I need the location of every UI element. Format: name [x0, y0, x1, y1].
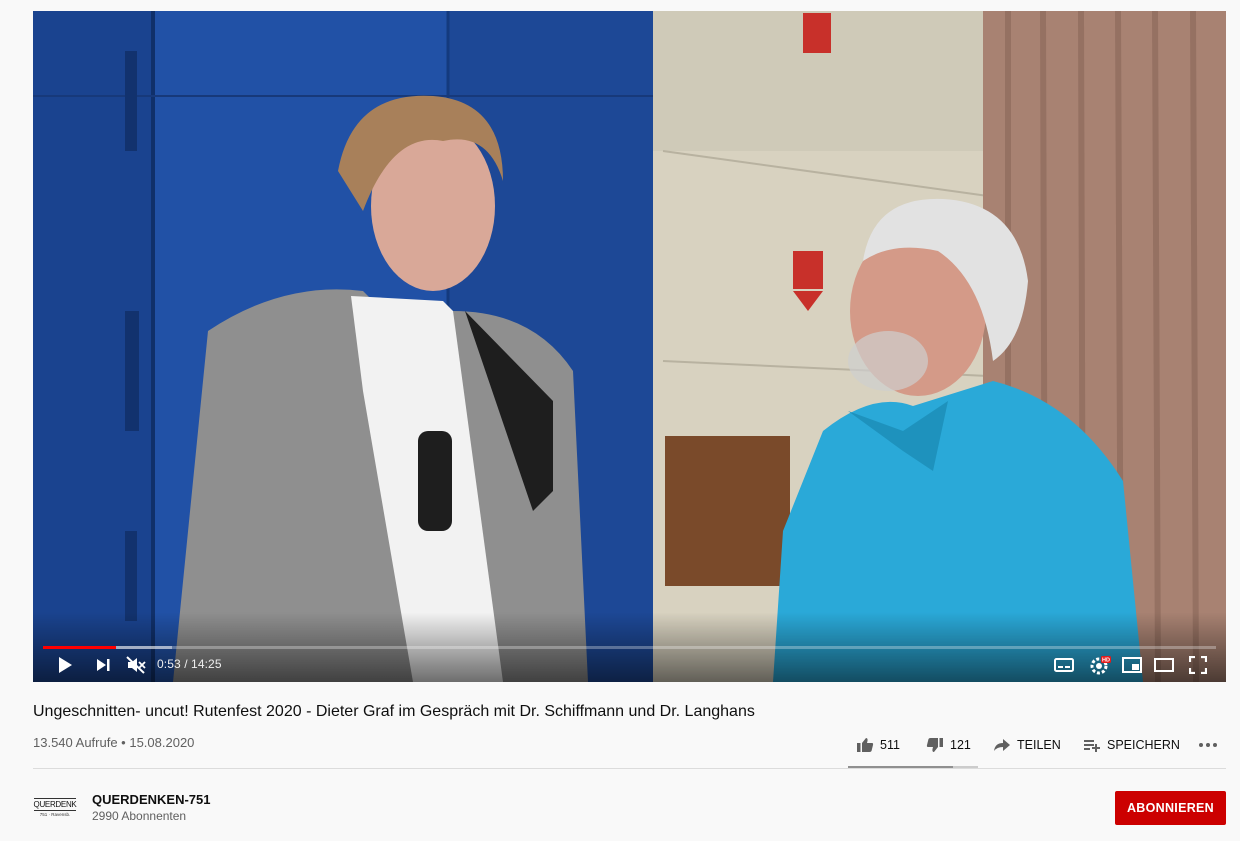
fullscreen-button[interactable]	[1185, 654, 1211, 676]
gear-icon: HD	[1090, 656, 1111, 675]
video-frame	[33, 11, 1226, 682]
like-count: 511	[880, 738, 900, 752]
logo-line-top	[34, 797, 76, 799]
like-button[interactable]: 511	[856, 733, 900, 757]
playlist-add-icon	[1084, 740, 1100, 752]
subscriber-count: 2990 Abonnenten	[92, 809, 187, 823]
theater-icon	[1154, 658, 1174, 672]
share-icon	[994, 739, 1010, 751]
video-meta: 13.540 Aufrufe • 15.08.2020	[33, 735, 195, 750]
share-button[interactable]: TEILEN	[993, 733, 1061, 757]
save-button[interactable]: SPEICHERN	[1083, 733, 1180, 757]
subtitles-button[interactable]	[1051, 654, 1077, 676]
channel-name[interactable]: QUERDENKEN-751	[92, 792, 210, 807]
thumbs-down-icon	[926, 738, 943, 752]
miniplayer-icon	[1122, 657, 1142, 673]
video-player[interactable]: 0:53 / 14:25 HD	[33, 11, 1226, 682]
dislike-button[interactable]: 121	[926, 733, 971, 757]
more-actions-button[interactable]	[1198, 733, 1224, 757]
channel-logo-text: QUERDENK	[33, 799, 77, 809]
share-label: TEILEN	[1017, 738, 1061, 752]
time-display: 0:53 / 14:25	[157, 657, 222, 671]
subtitles-icon	[1054, 658, 1074, 672]
video-title: Ungeschnitten- uncut! Rutenfest 2020 - D…	[33, 703, 755, 720]
next-button[interactable]	[91, 654, 115, 676]
next-icon	[97, 659, 110, 671]
save-label: SPEICHERN	[1107, 738, 1180, 752]
channel-logo-subtext: 751 · Ravensb.	[39, 811, 71, 817]
progress-played	[43, 646, 116, 649]
settings-button[interactable]: HD	[1085, 654, 1115, 676]
play-button[interactable]	[53, 654, 77, 676]
dislike-count: 121	[950, 738, 971, 752]
fullscreen-icon	[1189, 656, 1207, 674]
progress-bar[interactable]	[43, 646, 1216, 649]
subscribe-button[interactable]: ABONNIEREN	[1115, 791, 1226, 825]
play-icon	[59, 657, 72, 673]
more-horizontal-icon	[1199, 743, 1217, 747]
thumbs-up-icon	[857, 738, 874, 752]
volume-muted-icon	[126, 656, 146, 674]
miniplayer-button[interactable]	[1119, 654, 1145, 676]
divider	[33, 768, 1226, 769]
channel-avatar[interactable]: QUERDENK 751 · Ravensb.	[33, 790, 77, 824]
theater-mode-button[interactable]	[1151, 654, 1177, 676]
hd-badge: HD	[1102, 658, 1110, 664]
mute-button[interactable]	[123, 654, 149, 676]
logo-line-bottom	[34, 809, 76, 811]
